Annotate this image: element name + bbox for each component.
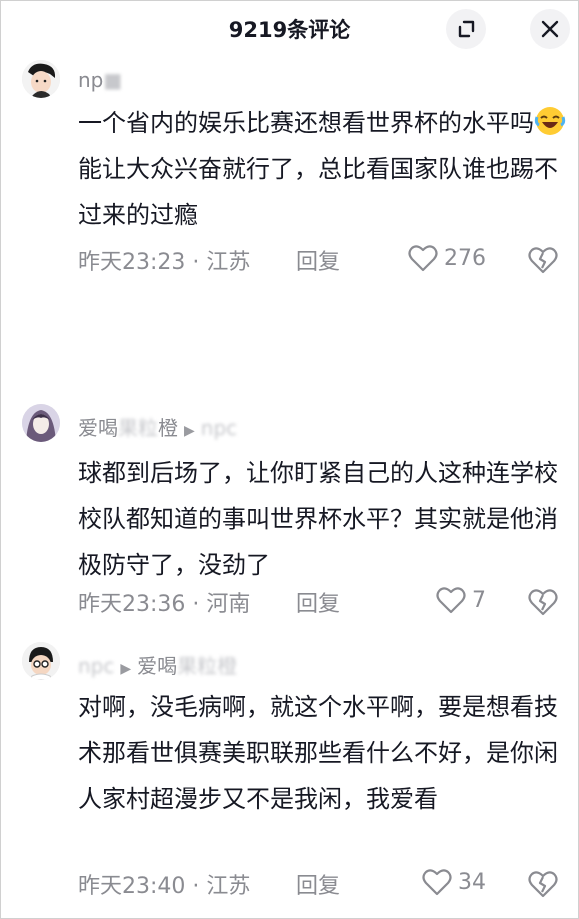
comment-username[interactable]: np■ (78, 68, 122, 92)
triangle-right-icon: ▶ (184, 423, 195, 439)
reply-button[interactable]: 回复 (296, 244, 340, 276)
comment-meta: 昨天23:36 · 河南 回复 7 (78, 586, 568, 618)
like-count: 276 (444, 245, 486, 271)
avatar[interactable] (22, 642, 60, 680)
comment-location: 江苏 (206, 874, 251, 899)
avatar[interactable] (22, 404, 60, 442)
comment-username[interactable]: npc ▶ 爱喝果粒橙 (78, 650, 237, 679)
reply-button[interactable]: 回复 (296, 868, 340, 900)
comment-meta: 昨天23:40 · 江苏 回复 34 (78, 868, 568, 900)
heart-outline-icon (436, 587, 466, 614)
laughing-tears-emoji (534, 107, 566, 135)
like-button[interactable]: 276 (408, 244, 486, 272)
like-count: 7 (472, 587, 486, 613)
collapse-button[interactable] (446, 9, 486, 49)
comment-text: 球都到后场了，让你盯紧自己的人这种连学校校队都知道的事叫世界杯水平？其实就是他消… (78, 459, 558, 579)
close-button[interactable] (530, 9, 570, 49)
comment-location: 江苏 (206, 250, 251, 275)
close-icon (541, 20, 559, 38)
comment-text: 一个省内的娱乐比赛还想看世界杯的水平吗能让大众兴奋就行了，总比看国家队谁也踢不过… (78, 100, 568, 238)
comment-time: 昨天23:40 (78, 874, 186, 899)
broken-heart-icon[interactable] (528, 246, 558, 274)
like-count: 34 (458, 869, 486, 895)
broken-heart-icon[interactable] (528, 588, 558, 616)
heart-outline-icon (408, 245, 438, 272)
comments-header: 9219条评论 (0, 0, 579, 58)
collapse-icon (458, 20, 475, 38)
like-button[interactable]: 7 (436, 586, 486, 614)
reply-button[interactable]: 回复 (296, 586, 340, 618)
comment-location: 河南 (206, 592, 251, 617)
triangle-right-icon: ▶ (120, 661, 132, 677)
comment-time: 昨天23:23 (78, 250, 186, 275)
avatar[interactable] (22, 60, 60, 98)
heart-outline-icon (422, 869, 452, 896)
comment-text: 对啊，没毛病啊，就这个水平啊，要是想看技术那看世俱赛美职联那些看什么不好，是你闲… (78, 693, 558, 813)
comment-time: 昨天23:36 (78, 592, 186, 617)
reply-target: 爱喝 (137, 654, 178, 678)
comment-meta: 昨天23:23 · 江苏 回复 276 (78, 244, 568, 276)
comment-username[interactable]: 爱喝果粒橙 ▶ npc (78, 412, 237, 441)
like-button[interactable]: 34 (422, 868, 486, 896)
broken-heart-icon[interactable] (528, 870, 558, 898)
reply-target: npc (200, 416, 238, 440)
comment-count-title: 9219条评论 (228, 18, 351, 42)
